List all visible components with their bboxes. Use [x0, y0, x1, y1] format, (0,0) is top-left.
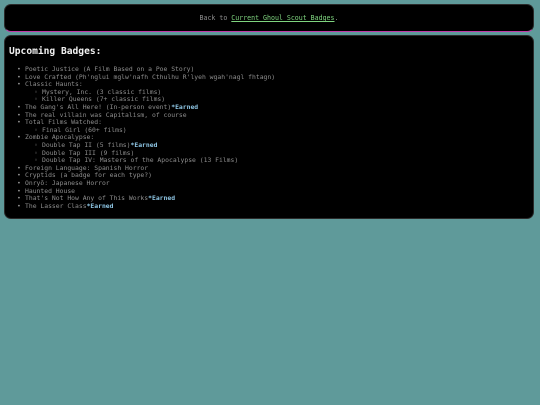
upcoming-badges-panel: Upcoming Badges: Poetic Justice (A Film …: [4, 35, 534, 219]
badge-sublist: Mystery, Inc. (3 classic films)Killer Qu…: [25, 88, 275, 104]
badge-item: Zombie Apocalypse:Double Tap II (5 films…: [17, 134, 275, 165]
badge-label: The Lasser Class: [25, 201, 87, 210]
banner-prefix: Back to: [199, 14, 228, 22]
earned-tag: *Earned: [130, 140, 158, 149]
page-title: Upcoming Badges:: [9, 46, 102, 57]
badge-list: Poetic Justice (A Film Based on a Poe St…: [17, 65, 275, 211]
badge-item: Total Films Watched:Final Girl (60+ film…: [17, 118, 275, 134]
earned-tag: *Earned: [86, 201, 114, 210]
banner-suffix: .: [334, 14, 339, 22]
badge-item: Classic Haunts:Mystery, Inc. (3 classic …: [17, 80, 275, 104]
top-banner: Back to Current Ghoul Scout Badges.: [4, 4, 534, 32]
badge-sublist: Double Tap II (5 films)*EarnedDouble Tap…: [25, 140, 275, 165]
earned-tag: *Earned: [148, 194, 176, 203]
current-badges-link[interactable]: Current Ghoul Scout Badges: [231, 14, 334, 22]
badge-item: The Lasser Class*Earned: [17, 201, 275, 211]
